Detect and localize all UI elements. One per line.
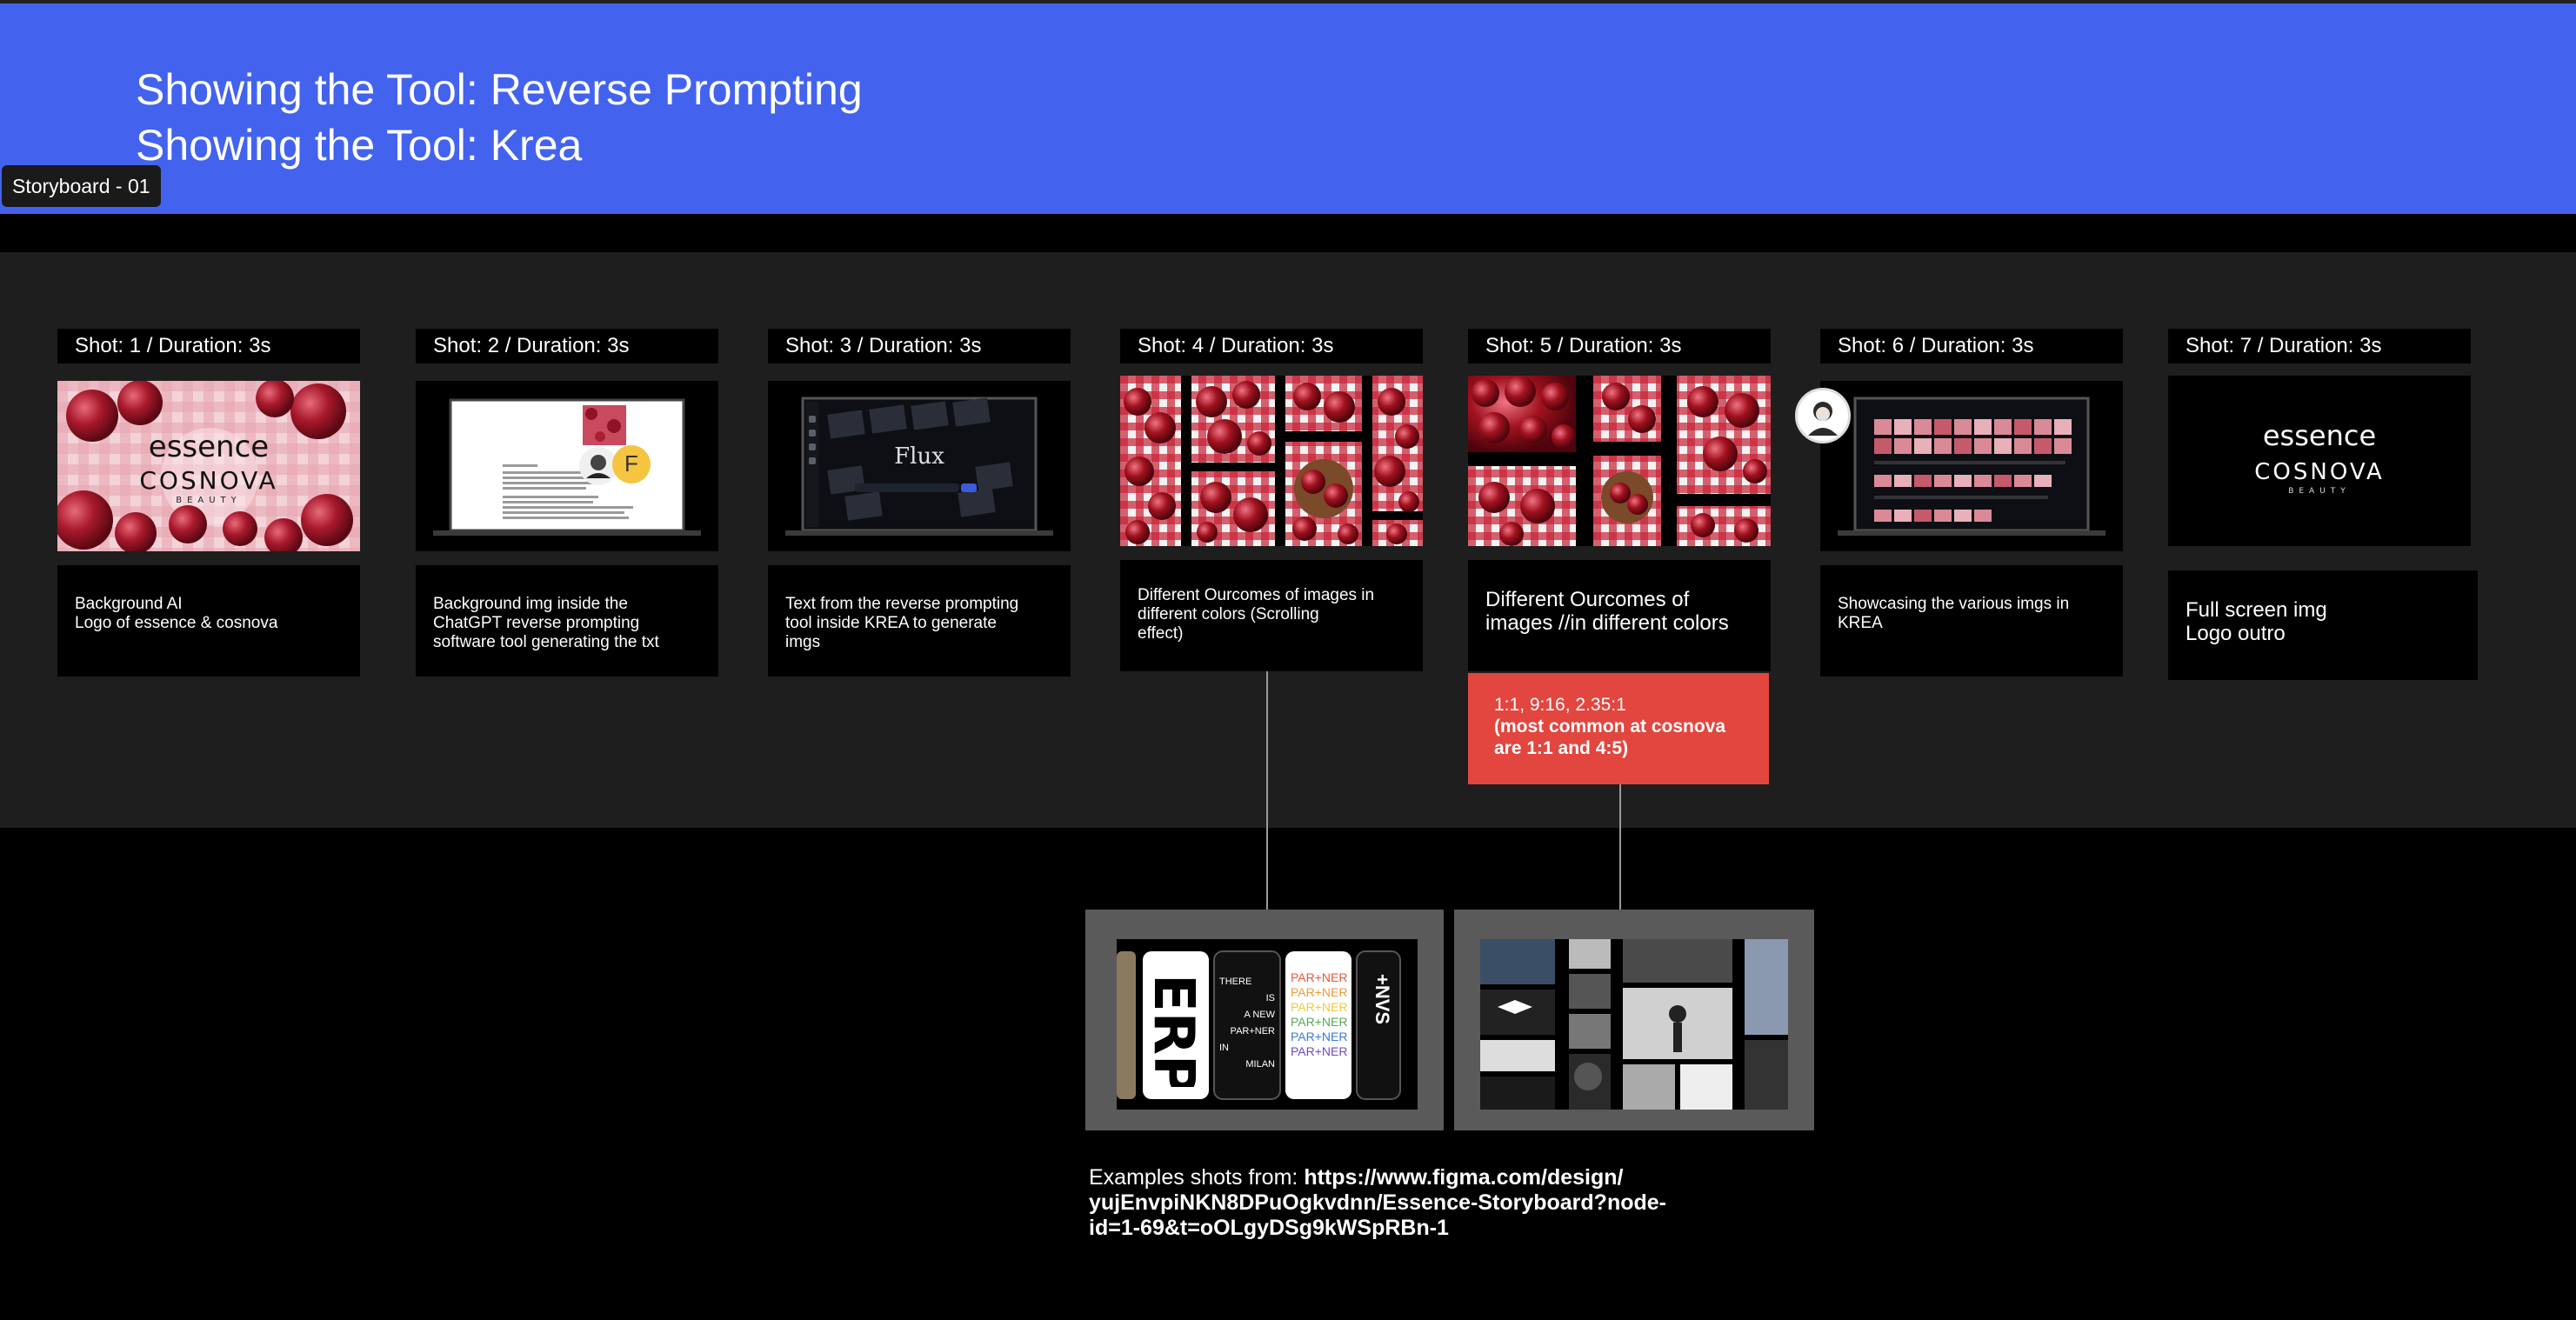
figma-link[interactable]: https://www.figma.com/design/ — [1304, 1165, 1623, 1190]
shot-3-description: Text from the reverse prompting tool ins… — [768, 565, 1071, 677]
shot-3-desc-line: Text from the reverse prompting — [785, 595, 1019, 613]
cherry-collage-scrolling — [1120, 376, 1423, 546]
shot-3-desc-line: imgs — [785, 633, 821, 651]
krea-gallery-mockup — [1838, 397, 2106, 536]
cosnova-logo-outro: COSNOVA — [2254, 459, 2385, 485]
shot-3-image[interactable]: Flux — [768, 381, 1071, 551]
shot-6-label: Shot: 6 / Duration: 3s — [1820, 329, 2123, 363]
phone-2-text: THERE IS A NEW PAR+NER IN MILAN — [1219, 977, 1275, 1070]
shot-7-desc-line: Logo outro — [2186, 622, 2286, 645]
collaborator-avatar[interactable] — [1795, 388, 1851, 443]
shot-7-description: Full screen img Logo outro — [2168, 570, 2478, 680]
avatar-letter: F — [624, 450, 638, 477]
page-title: Showing the Tool: Reverse Prompting — [136, 65, 863, 114]
cherry-grid-formats — [1468, 376, 1771, 546]
shot-3-desc-line: tool inside KREA to generate — [785, 614, 997, 632]
ratio-note-line: are 1:1 and 4:5) — [1494, 738, 1629, 758]
shot-7-desc-line: Full screen img — [2186, 598, 2327, 622]
beauty-wordmark: BEAUTY — [176, 496, 242, 505]
partner-rainbow-text: PAR+NER PAR+NER PAR+NER PAR+NER PAR+NER … — [1291, 970, 1348, 1058]
example-shot-2-image — [1480, 939, 1788, 1110]
shot-6-image[interactable] — [1820, 381, 2123, 551]
flux-title: Flux — [894, 443, 944, 470]
shot-6-desc-line: Showcasing the various imgs in — [1838, 595, 2070, 613]
storyboard-header: Showing the Tool: Reverse Prompting Show… — [0, 0, 2576, 214]
person-icon — [1808, 402, 1838, 436]
shot-2-desc-line: software tool generating the txt — [433, 633, 659, 651]
shot-2-description: Background img inside the ChatGPT revers… — [416, 565, 718, 677]
example-shot-1-image: ERP THERE IS A NEW PAR+NER IN MILAN PAR+… — [1117, 939, 1418, 1110]
example-shot-1[interactable]: ERP THERE IS A NEW PAR+NER IN MILAN PAR+… — [1085, 910, 1444, 1130]
shot-2-desc-line: Background img inside the — [433, 595, 628, 613]
shot-4-desc-line: different colors (Scrolling — [1138, 605, 1319, 623]
shot-1-image[interactable]: essence COSNOVA BEAUTY — [57, 381, 360, 551]
shot-5-desc-line: Different Ourcomes of — [1485, 588, 1690, 611]
shot-2-image[interactable]: F — [416, 381, 718, 551]
shot-6-desc-line: KREA — [1838, 614, 1883, 632]
shot-5-desc-line: images //in different colors — [1485, 611, 1729, 635]
shot-5-image[interactable] — [1468, 376, 1771, 546]
shot-1-desc-line: Background AI — [75, 595, 183, 613]
shot-1-description: Background AI Logo of essence & cosnova — [57, 565, 360, 677]
laptop-chatgpt-mockup — [433, 398, 701, 536]
figma-link[interactable]: yujEnvpiNKN8DPuOgkvdnn/Essence-Storyboar… — [1089, 1190, 1666, 1215]
essence-logo: essence — [148, 430, 270, 464]
shot-6-description: Showcasing the various imgs in KREA — [1820, 565, 2123, 677]
shot-3-label: Shot: 3 / Duration: 3s — [768, 329, 1071, 363]
ratio-note-line: 1:1, 9:16, 2.35:1 — [1494, 695, 1626, 715]
shot-2-desc-line: ChatGPT reverse prompting — [433, 614, 640, 632]
shot-2-label: Shot: 2 / Duration: 3s — [416, 329, 718, 363]
cosnova-logo: COSNOVA — [139, 466, 278, 495]
shot-5-label: Shot: 5 / Duration: 3s — [1468, 329, 1771, 363]
shot-4-description: Different Ourcomes of images in differen… — [1120, 560, 1423, 671]
beauty-wordmark-outro: BEAUTY — [2288, 487, 2351, 496]
shot-5-description: Different Ourcomes of images //in differ… — [1468, 560, 1771, 671]
essence-logo-outro: essence — [2262, 419, 2377, 452]
connector-line — [1619, 784, 1621, 910]
storyboard-frame-tag[interactable]: Storyboard - 01 — [2, 165, 161, 207]
example-shot-2[interactable] — [1454, 910, 1814, 1130]
shot-4-desc-line: Different Ourcomes of images in — [1138, 586, 1375, 604]
aspect-ratio-note[interactable]: 1:1, 9:16, 2.35:1 (most common at cosnov… — [1468, 673, 1769, 784]
connector-line — [1266, 671, 1268, 910]
shot-4-image[interactable] — [1120, 376, 1423, 546]
shot-7-image[interactable]: essence COSNOVA BEAUTY — [2168, 376, 2471, 546]
page-subtitle: Showing the Tool: Krea — [136, 121, 583, 170]
shot-4-desc-line: effect) — [1138, 624, 1184, 643]
examples-caption: Examples shots from: https://www.figma.c… — [1089, 1165, 1715, 1241]
figma-link[interactable]: id=1-69&t=oOLgyDSg9kWSpRBn-1 — [1089, 1216, 1449, 1240]
monochrome-collage-illustration — [1480, 939, 1788, 1110]
ratio-note-line: (most common at cosnova — [1494, 717, 1726, 737]
storyboard-canvas: Showing the Tool: Reverse Prompting Show… — [0, 0, 2576, 1320]
side-vertical-text: +NVS — [1371, 974, 1393, 1025]
shot-1-label: Shot: 1 / Duration: 3s — [57, 329, 360, 363]
shot-7-label: Shot: 7 / Duration: 3s — [2168, 329, 2471, 363]
shot-1-desc-line: Logo of essence & cosnova — [75, 614, 278, 632]
erp-big-letters: ERP — [1146, 974, 1205, 1087]
caption-prefix: Examples shots from: — [1089, 1165, 1305, 1190]
shot-4-label: Shot: 4 / Duration: 3s — [1120, 329, 1423, 363]
